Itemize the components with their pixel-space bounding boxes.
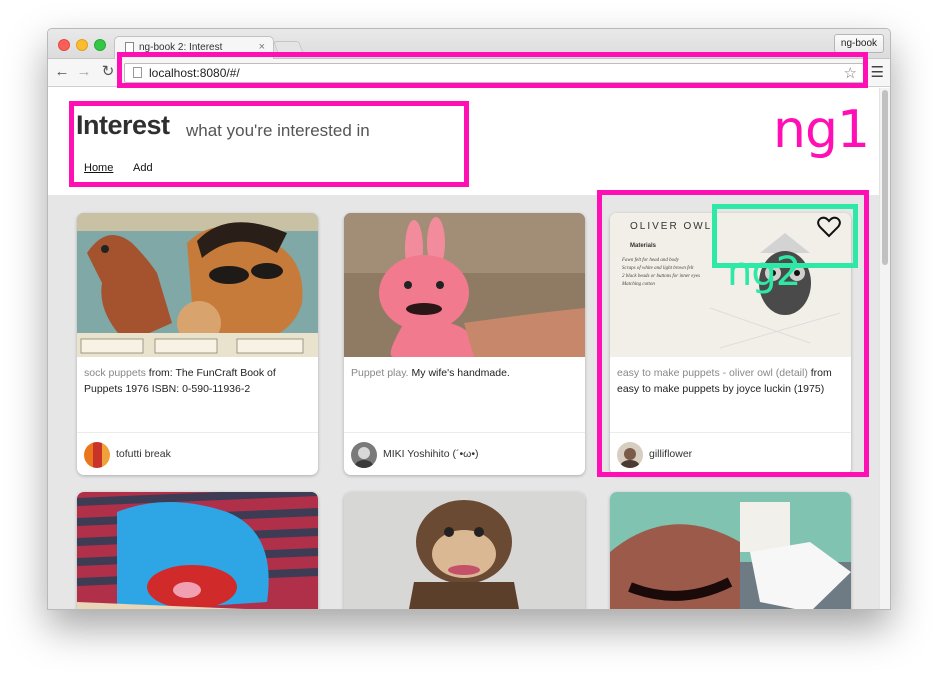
minimize-window-icon[interactable] <box>76 39 88 51</box>
page-scrollbar[interactable] <box>879 88 890 609</box>
address-bar-highlight <box>117 52 868 88</box>
pin-card[interactable] <box>344 492 585 609</box>
heart-icon[interactable] <box>817 216 841 238</box>
profile-button[interactable]: ng-book <box>834 34 884 53</box>
pin-card[interactable]: Puppet play. My wife's handmade. MIKI Yo… <box>344 213 585 475</box>
maximize-window-icon[interactable] <box>94 39 106 51</box>
pin-footer: tofutti break <box>77 432 318 475</box>
pin-user-name[interactable]: MIKI Yoshihito (´•ω•) <box>383 448 479 460</box>
pin-user-name[interactable]: tofutti break <box>116 448 171 460</box>
pin-image[interactable] <box>77 492 318 609</box>
pin-description: sock puppets from: The FunCraft Book of … <box>84 365 312 397</box>
pin-image[interactable] <box>610 492 851 609</box>
scrollbar-thumb[interactable] <box>882 90 888 265</box>
close-window-icon[interactable] <box>58 39 70 51</box>
pin-card[interactable]: sock puppets from: The FunCraft Book of … <box>77 213 318 475</box>
pin-connector: from: <box>145 367 176 379</box>
pin-footer: MIKI Yoshihito (´•ω•) <box>344 432 585 475</box>
pin-image[interactable] <box>344 492 585 609</box>
avatar[interactable] <box>84 442 110 468</box>
back-arrow-icon[interactable]: ← <box>54 63 70 81</box>
pin-card[interactable] <box>610 492 851 609</box>
header-highlight <box>69 101 469 187</box>
screenshot-stage: ng-book 2: Interest × ng-book ← → ↻ loca… <box>0 0 937 676</box>
ng1-annotation-label: ng1 <box>773 100 870 160</box>
pin-title[interactable]: Puppet play. <box>351 367 409 379</box>
pin-image[interactable] <box>344 213 585 357</box>
avatar[interactable] <box>351 442 377 468</box>
pin-description: Puppet play. My wife's handmade. <box>351 365 579 381</box>
menu-icon[interactable]: ☰ <box>871 63 884 81</box>
pin-card[interactable] <box>77 492 318 609</box>
pin-title[interactable]: sock puppets <box>84 367 146 379</box>
ng2-annotation-label: ng2 <box>727 249 801 295</box>
forward-arrow-icon[interactable]: → <box>76 63 92 81</box>
reload-icon[interactable]: ↻ <box>100 63 116 81</box>
pin-image[interactable] <box>77 213 318 357</box>
pin-source: My wife's handmade. <box>411 367 510 379</box>
